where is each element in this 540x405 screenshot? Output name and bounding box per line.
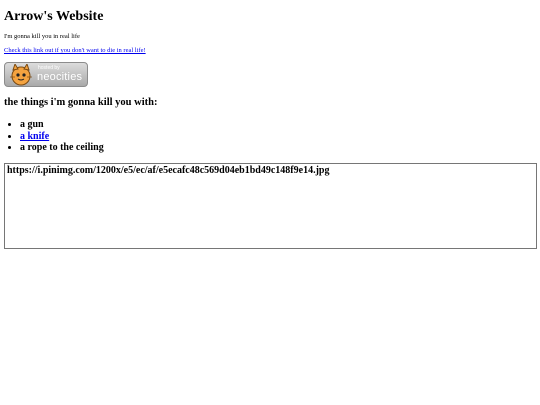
list-item: a knife xyxy=(20,131,104,143)
weapons-heading: the things i'm gonna kill you with: xyxy=(4,97,158,108)
image-url-text: https://i.pinimg.com/1200x/e5/ec/af/e5ec… xyxy=(7,165,330,176)
weapon-knife-link[interactable]: a knife xyxy=(20,131,49,142)
tagline: I'm gonna kill you in real life xyxy=(4,33,80,40)
broken-image-box: https://i.pinimg.com/1200x/e5/ec/af/e5ec… xyxy=(4,163,537,249)
weapon-rope: a rope to the ceiling xyxy=(20,142,104,153)
neocities-badge[interactable]: hosted by neocities xyxy=(4,62,88,87)
weapons-list: a gun a knife a rope to the ceiling xyxy=(4,119,104,154)
neocities-cat-icon xyxy=(10,64,32,86)
warning-link[interactable]: Check this link out if you don't want to… xyxy=(4,47,146,54)
page-title: Arrow's Website xyxy=(4,9,104,24)
list-item: a rope to the ceiling xyxy=(20,142,104,154)
badge-brand-text: neocities xyxy=(37,71,83,83)
weapon-gun: a gun xyxy=(20,119,44,130)
list-item: a gun xyxy=(20,119,104,131)
